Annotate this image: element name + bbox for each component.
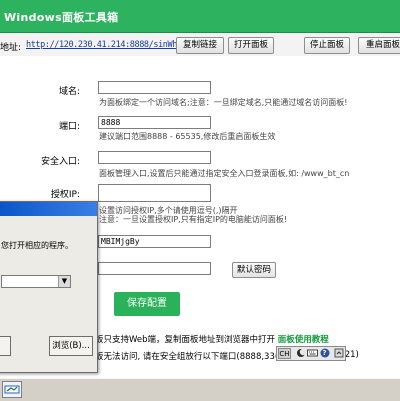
security-entry-hint: 面板管理入口,设置后只能通过指定安全入口登录面板,如: /www_bt_cn [99,169,350,178]
ime-toolbar[interactable]: CH ? [276,346,346,361]
note-line-2-text: 板无法访问, 请在安全组放行以下端口(8888,33( [95,352,279,362]
browse-button[interactable]: 浏览(B)... [49,336,93,356]
keyboard-icon[interactable] [307,348,318,359]
port-label: 端口: [58,122,80,132]
taskbar [0,378,400,401]
taskbar-app-icon[interactable] [2,381,22,398]
run-dialog-button[interactable] [0,336,11,356]
window-title: Windows面板工具箱 [4,11,119,24]
port-input[interactable]: 8888 [98,116,211,129]
save-config-button[interactable]: 保存配置 [114,292,180,316]
help-mark: ? [322,349,327,357]
default-password-button[interactable]: 默认密码 [232,262,276,278]
settings-icon[interactable] [333,348,344,359]
open-panel-button[interactable]: 打开面板 [228,37,274,54]
ime-mode-indicator[interactable]: CH [278,348,291,359]
restart-panel-button[interactable]: 重启面板 [358,37,400,54]
domain-label: 域名: [58,87,80,97]
run-dialog: 您打开相应的程序。 ▼ 浏览(B)... [0,201,98,373]
note-line-1: 板只支持Web端，复制面板地址到浏览器中打开 面板使用教程 [95,333,329,345]
domain-input[interactable] [98,81,211,94]
domain-hint: 为面板绑定一个访问域名;注意：一旦绑定域名,只能通过域名访问面板! [99,98,348,107]
run-dialog-message: 您打开相应的程序。 [1,241,73,250]
note-line-1-text: 板只支持Web端，复制面板地址到浏览器中打开 [95,335,276,345]
copy-link-button[interactable]: 复制链接 [176,37,224,54]
note-line-2: 板无法访问, 请在安全组放行以下端口(8888,33( [95,350,278,362]
run-dialog-input[interactable]: ▼ [1,275,71,288]
security-entry-label: 安全入口: [40,157,80,167]
address-label: 地址: [0,43,22,53]
password-input[interactable] [98,262,211,275]
auth-ip-warning: 注意：一旦设置授权IP,只有指定IP的电脑能访问面板! [99,215,288,224]
stop-panel-button[interactable]: 停止面板 [304,37,350,54]
title-bar: Windows面板工具箱 [0,0,400,33]
panel-url-link[interactable]: http://120.230.41.214:8888/sinWhvWB [26,40,192,50]
moon-icon[interactable] [295,348,306,359]
run-dialog-titlebar[interactable] [0,202,97,216]
port-hint: 建议端口范围8888 - 65535,修改后重启面板生效 [99,132,276,141]
username-input[interactable]: MBIMjgBy [98,235,211,248]
security-entry-input[interactable] [98,151,211,164]
auth-ip-input[interactable] [98,184,211,202]
chevron-down-icon[interactable]: ▼ [58,276,70,287]
usage-tutorial-link[interactable]: 面板使用教程 [278,335,329,345]
auth-ip-label: 授权IP: [50,190,80,200]
